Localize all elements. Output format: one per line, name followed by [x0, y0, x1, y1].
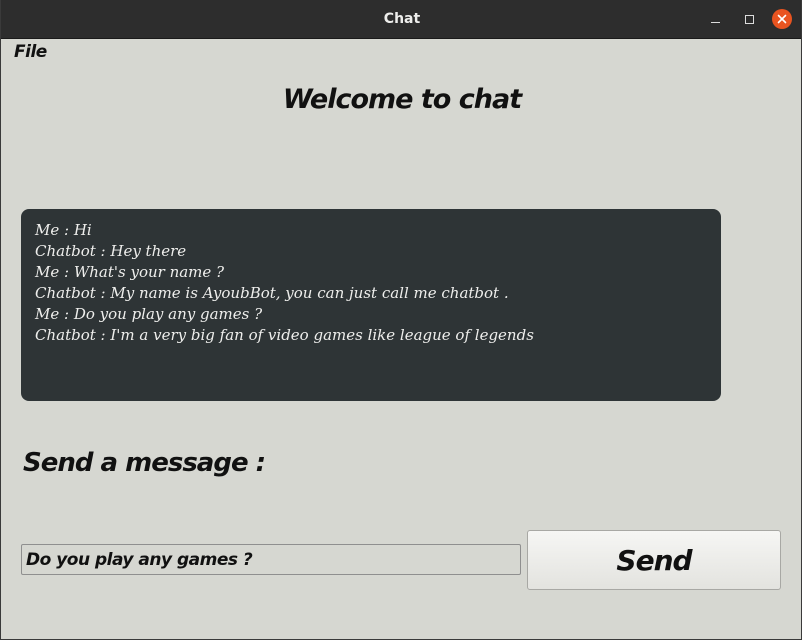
close-button[interactable]: [772, 9, 792, 29]
close-icon: [777, 14, 787, 24]
window-title: Chat: [383, 11, 421, 27]
chat-message: Chatbot : Hey there: [35, 242, 187, 260]
menu-file[interactable]: File: [14, 42, 47, 62]
send-message-label: Send a message :: [23, 448, 266, 478]
chat-log[interactable]: Me : Hi Chatbot : Hey there Me : What's …: [21, 209, 721, 401]
maximize-button[interactable]: [739, 9, 759, 29]
maximize-icon: [744, 14, 754, 24]
message-input[interactable]: [21, 544, 521, 575]
chat-window: Chat File Welcome to chat Me : Hi Chatbo…: [0, 0, 802, 640]
minimize-icon: [710, 21, 720, 23]
chat-message: Me : What's your name ?: [35, 263, 225, 281]
minimize-button[interactable]: [705, 9, 725, 29]
menu-bar: File: [14, 40, 47, 64]
chat-message: Chatbot : My name is AyoubBot, you can j…: [35, 284, 509, 302]
chat-message: Me : Hi: [35, 221, 92, 239]
page-title: Welcome to chat: [282, 84, 522, 115]
chat-message: Chatbot : I'm a very big fan of video ga…: [35, 326, 534, 344]
send-button[interactable]: Send: [527, 530, 781, 590]
chat-message: Me : Do you play any games ?: [35, 305, 263, 323]
title-bar: Chat: [1, 0, 801, 39]
